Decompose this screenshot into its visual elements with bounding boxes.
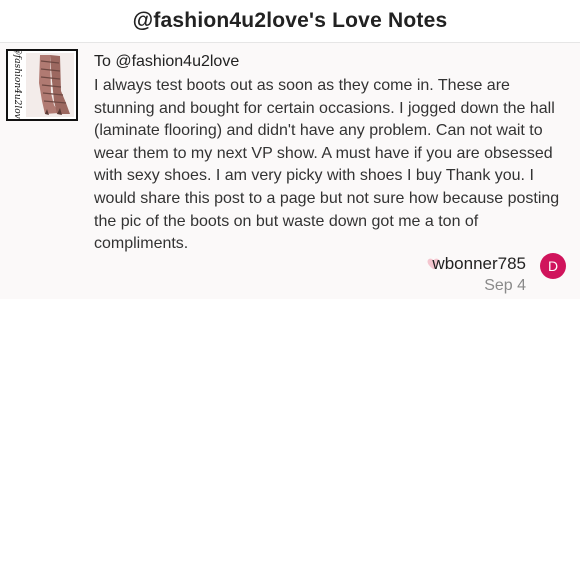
thumbnail-watermark: @fashion4u2love [12,49,23,121]
avatar-letter: D [547,258,559,274]
note-content: To @fashion4u2love I always test boots o… [94,51,566,256]
note-recipient: To @fashion4u2love [94,53,240,70]
note-message: I always test boots out as soon as they … [94,77,560,253]
author-username[interactable]: wbonner785 [432,254,526,274]
avatar[interactable]: D [540,253,566,279]
boots-photo-icon [26,53,74,117]
listing-thumbnail[interactable]: @fashion4u2love [6,49,78,121]
note-footer: wbonner785 D Sep 4 [266,253,566,299]
love-note: @fashion4u2love To @fashion4u2love I alw… [0,43,580,299]
page-title: @fashion4u2love's Love Notes [132,9,448,32]
page-header: @fashion4u2love's Love Notes [0,0,580,43]
note-date: Sep 4 [484,277,526,294]
